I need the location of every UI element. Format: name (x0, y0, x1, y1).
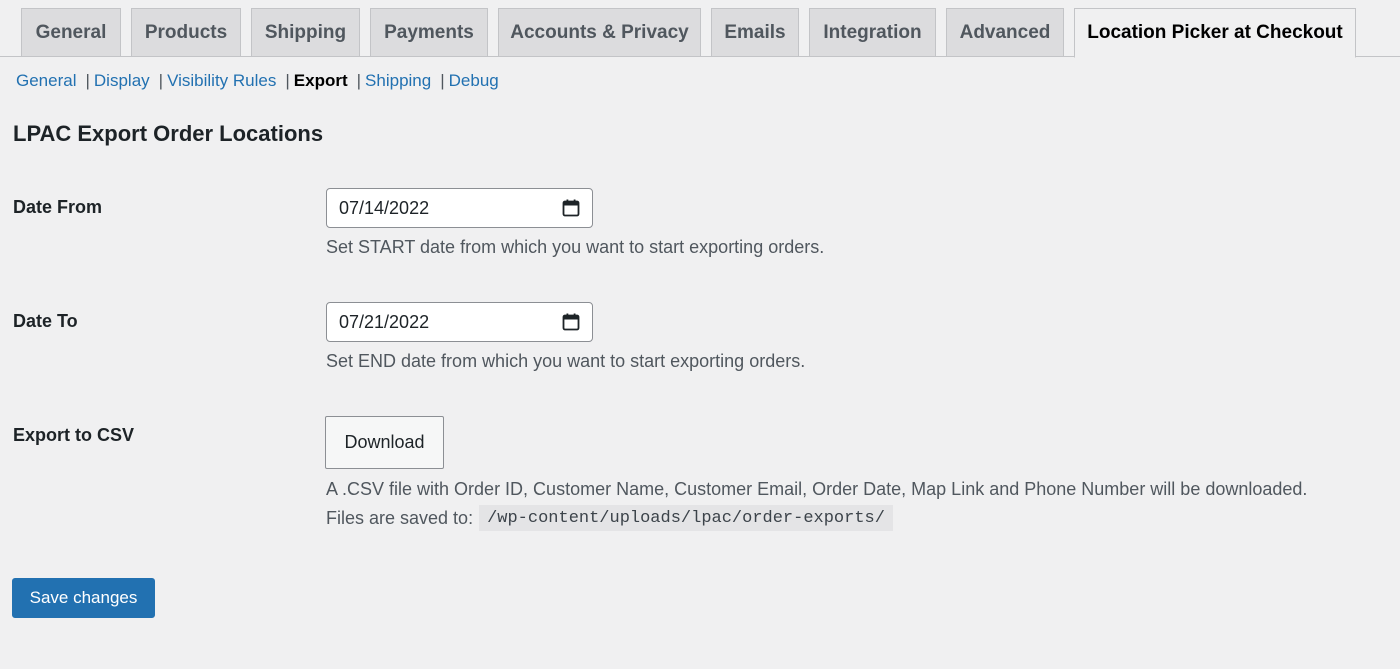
export-path-line: Files are saved to: /wp-content/uploads/… (326, 505, 893, 531)
date-from-label: Date From (13, 197, 103, 217)
date-from-description: Set START date from which you want to st… (326, 237, 825, 257)
subnav-shipping[interactable]: Shipping (365, 71, 431, 91)
tab-emails[interactable]: Emails (711, 8, 799, 56)
subnav-visibility-rules[interactable]: Visibility Rules (167, 71, 276, 91)
settings-tab-bar: General Products Shipping Payments Accou… (0, 0, 1400, 58)
subnav-separator: | (356, 71, 362, 90)
tab-shipping[interactable]: Shipping (251, 8, 360, 56)
tab-general[interactable]: General (21, 8, 121, 56)
section-title: LPAC Export Order Locations (13, 121, 324, 146)
subnav-display[interactable]: Display (94, 71, 150, 91)
tab-payments[interactable]: Payments (370, 8, 488, 56)
date-to-description: Set END date from which you want to star… (326, 351, 806, 371)
subnav-export[interactable]: Export (294, 71, 348, 91)
export-csv-description: A .CSV file with Order ID, Customer Name… (326, 479, 1308, 499)
tab-products[interactable]: Products (131, 8, 241, 56)
subnav-separator: | (440, 71, 445, 90)
date-to-input[interactable]: 07/21/2022 (326, 302, 593, 342)
tab-location-picker-at-checkout[interactable]: Location Picker at Checkout (1074, 8, 1356, 58)
date-to-label: Date To (13, 311, 78, 331)
subnav-separator: | (85, 71, 90, 90)
tab-advanced[interactable]: Advanced (946, 8, 1064, 56)
download-button[interactable]: Download (325, 416, 444, 469)
export-path-prefix: Files are saved to: (326, 507, 474, 528)
date-from-value: 07/14/2022 (339, 197, 430, 218)
subnav-separator: | (158, 71, 164, 90)
save-changes-button[interactable]: Save changes (12, 578, 155, 618)
subnav-general[interactable]: General (16, 71, 76, 91)
subnav-separator: | (285, 71, 290, 90)
calendar-icon[interactable] (562, 313, 580, 331)
date-to-value: 07/21/2022 (339, 311, 430, 332)
export-csv-label: Export to CSV (13, 425, 135, 445)
date-from-input[interactable]: 07/14/2022 (326, 188, 593, 228)
sub-navigation: General | Display | Visibility Rules | E… (16, 70, 499, 92)
tab-accounts-privacy[interactable]: Accounts & Privacy (498, 8, 701, 56)
calendar-icon[interactable] (562, 199, 580, 217)
subnav-debug[interactable]: Debug (449, 71, 499, 91)
tab-integration[interactable]: Integration (809, 8, 936, 56)
export-path-code: /wp-content/uploads/lpac/order-exports/ (479, 505, 893, 531)
